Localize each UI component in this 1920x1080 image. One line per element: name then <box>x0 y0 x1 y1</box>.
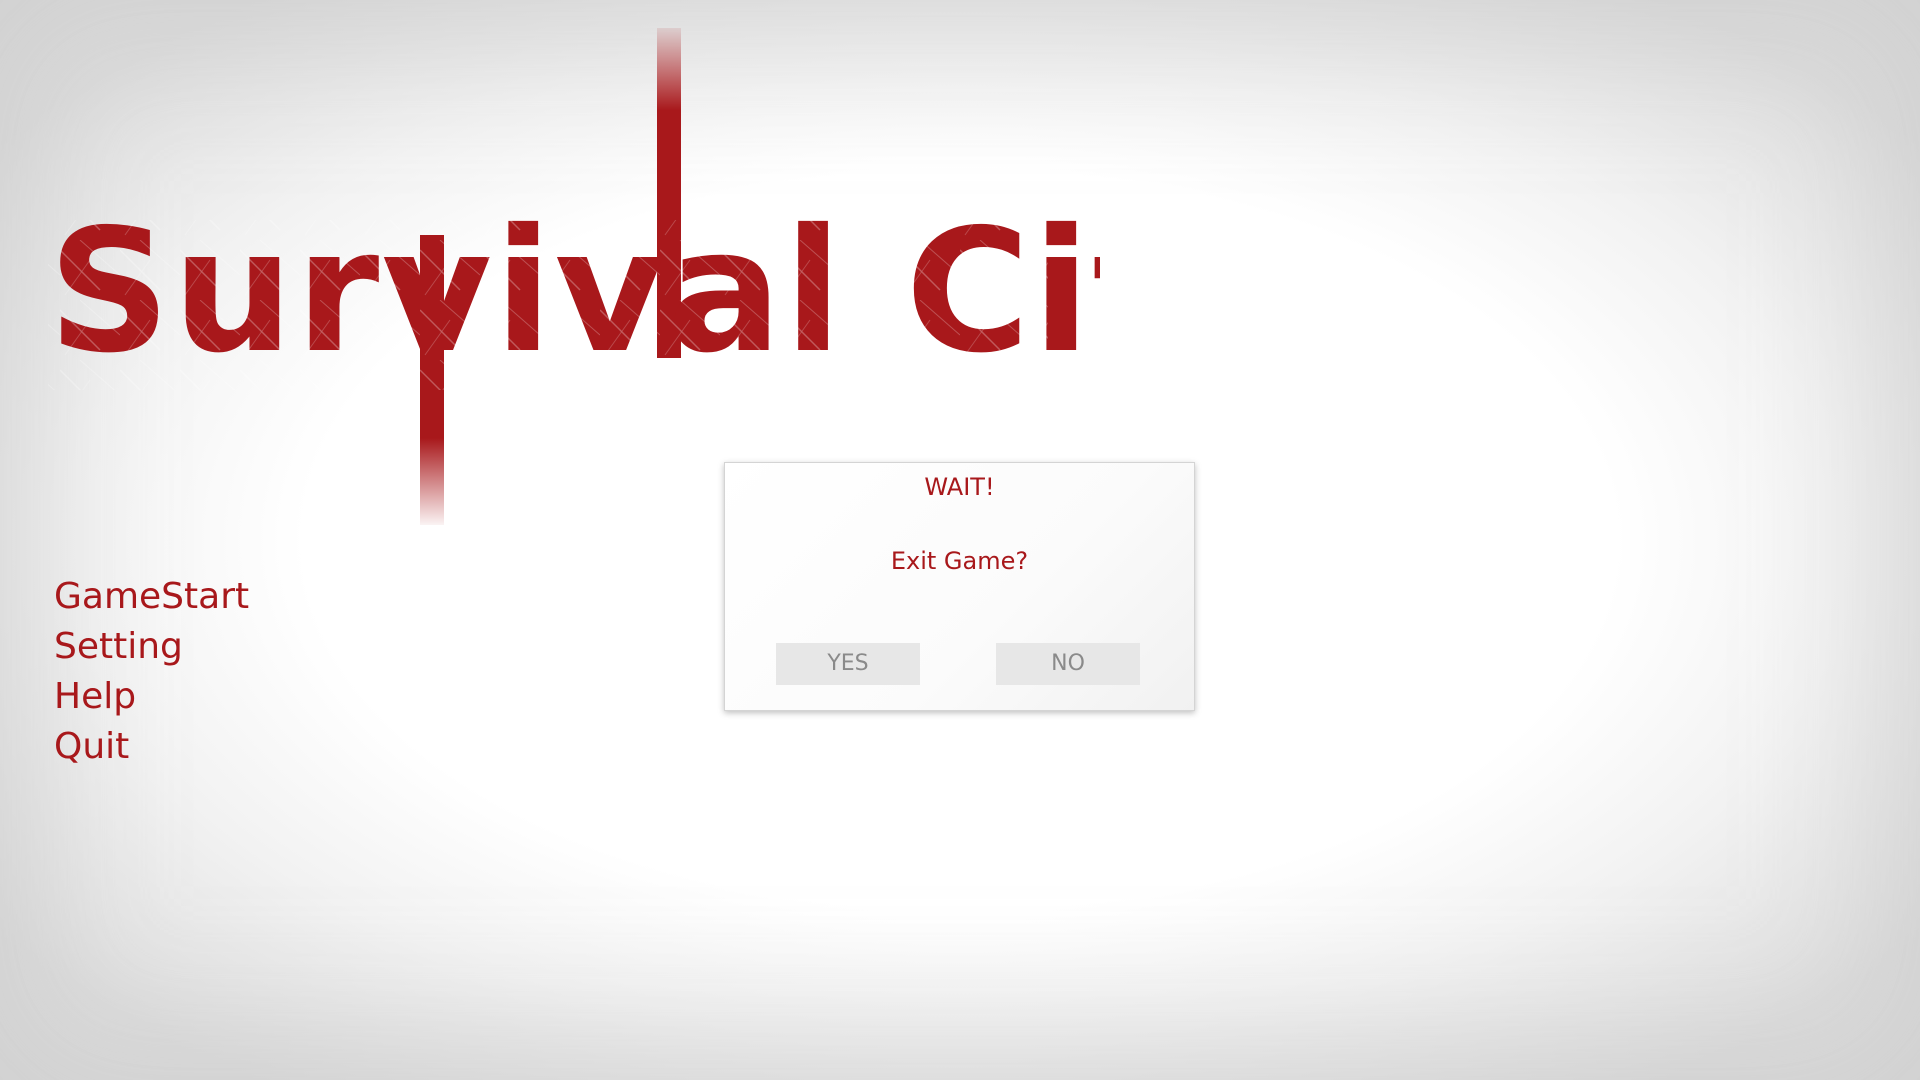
main-menu: GameStart Setting Help Quit <box>54 572 249 772</box>
menu-item-help[interactable]: Help <box>54 672 249 722</box>
yes-button[interactable]: YES <box>776 643 920 685</box>
menu-item-quit[interactable]: Quit <box>54 722 249 772</box>
exit-confirm-dialog: WAIT! Exit Game? YES NO <box>724 462 1195 711</box>
menu-item-setting[interactable]: Setting <box>54 622 249 672</box>
dialog-message: Exit Game? <box>890 547 1029 575</box>
no-button[interactable]: NO <box>996 643 1140 685</box>
menu-item-gamestart[interactable]: GameStart <box>54 572 249 622</box>
dialog-title: WAIT! <box>924 473 995 501</box>
game-logo: Survival City <box>48 28 1100 525</box>
logo-scratch-overlay <box>48 220 1048 390</box>
